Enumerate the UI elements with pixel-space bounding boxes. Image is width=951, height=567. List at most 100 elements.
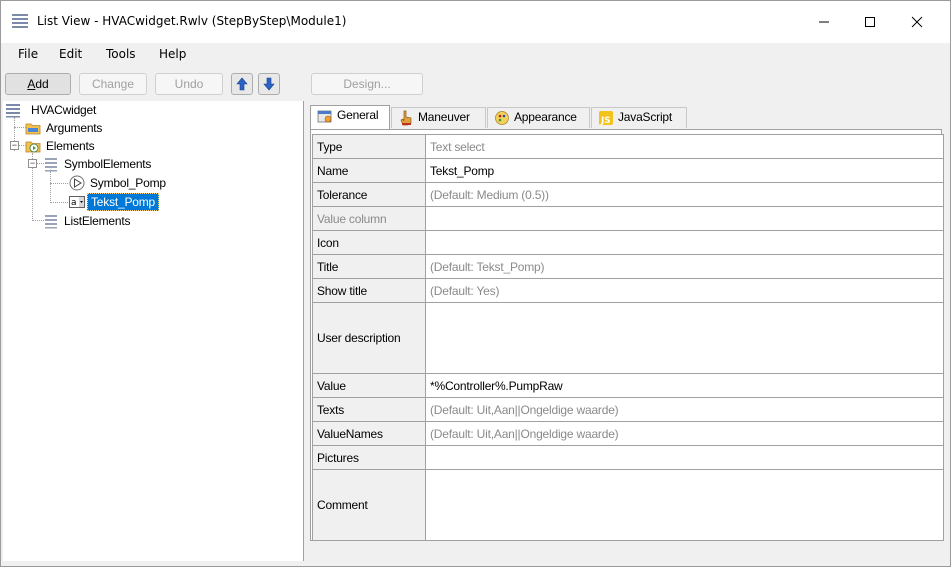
minimize-button[interactable]: [801, 1, 847, 43]
property-row-comment: Comment: [312, 469, 944, 541]
property-row-valuenames: ValueNames (Default: Uit,Aan||Ongeldige …: [312, 421, 944, 446]
property-value[interactable]: Text select: [425, 134, 944, 159]
tab-appearance[interactable]: Appearance: [487, 107, 590, 128]
property-value[interactable]: [425, 302, 944, 374]
property-key: Name: [312, 158, 426, 183]
property-key: Value column: [312, 206, 426, 231]
tab-label: General: [337, 108, 379, 122]
property-key: Value: [312, 373, 426, 398]
tree-item-symbol-pomp[interactable]: Symbol_Pomp: [69, 175, 209, 191]
menu-bar: File Edit Tools Help: [1, 43, 950, 67]
svg-text:JS: JS: [600, 116, 610, 126]
property-key: User description: [312, 302, 426, 374]
tab-label: Maneuver: [418, 110, 470, 124]
tree-item-elements[interactable]: Elements: [25, 138, 145, 154]
hand-pointer-icon: [400, 110, 412, 126]
move-down-button[interactable]: [258, 73, 280, 95]
collapse-elements-toggle[interactable]: −: [10, 141, 19, 150]
tab-maneuver[interactable]: Maneuver: [391, 107, 486, 128]
tree-label: Elements: [46, 139, 95, 153]
tree-label: Arguments: [46, 121, 103, 135]
property-row-pictures: Pictures: [312, 445, 944, 470]
tree-label: Tekst_Pomp: [87, 193, 160, 211]
maximize-button[interactable]: [847, 1, 893, 43]
property-value[interactable]: (Default: Tekst_Pomp): [425, 254, 944, 279]
property-value[interactable]: [425, 230, 944, 255]
folder-icon: [25, 123, 41, 135]
menu-edit[interactable]: Edit: [59, 47, 82, 61]
property-key: Icon: [312, 230, 426, 255]
property-row-tolerance: Tolerance (Default: Medium (0.5)): [312, 182, 944, 207]
close-button[interactable]: [894, 1, 940, 43]
list-view-window: List View - HVACwidget.Rwlv (StepByStep\…: [0, 0, 951, 567]
list-view-app-icon: [12, 14, 28, 28]
toolbar: Add Change Undo Design...: [1, 67, 950, 101]
property-row-texts: Texts (Default: Uit,Aan||Ongeldige waard…: [312, 397, 944, 422]
property-value[interactable]: (Default: Yes): [425, 278, 944, 303]
svg-text:a: a: [71, 198, 77, 208]
property-value[interactable]: (Default: Uit,Aan||Ongeldige waarde): [425, 397, 944, 422]
tab-javascript[interactable]: JS JavaScript: [591, 107, 687, 128]
property-row-title: Title (Default: Tekst_Pomp): [312, 254, 944, 279]
maximize-icon: [865, 17, 875, 27]
tree-item-hvacwidget[interactable]: HVACwidget: [5, 102, 125, 118]
palette-icon: [495, 111, 509, 125]
menu-help[interactable]: Help: [159, 47, 186, 61]
tree-label: SymbolElements: [64, 157, 152, 171]
undo-button[interactable]: Undo: [155, 73, 223, 95]
menu-file[interactable]: File: [18, 47, 38, 61]
list-icon: [45, 158, 57, 172]
property-row-show-title: Show title (Default: Yes): [312, 278, 944, 303]
tab-general[interactable]: General: [310, 105, 390, 129]
tree-item-listelements[interactable]: ListElements: [43, 213, 183, 229]
tree-label: HVACwidget: [31, 103, 97, 117]
tree-item-symbolelements[interactable]: SymbolElements: [43, 156, 183, 172]
property-value[interactable]: (Default: Uit,Aan||Ongeldige waarde): [425, 421, 944, 446]
tree-item-arguments[interactable]: Arguments: [25, 120, 145, 136]
property-key: Show title: [312, 278, 426, 303]
tree-connector: [50, 183, 68, 184]
element-tree: HVACwidget Arguments − Elements − Symbol…: [3, 101, 304, 561]
tree-connector: [50, 202, 68, 203]
text-select-icon: a: [69, 196, 85, 208]
property-value[interactable]: *%Controller%.PumpRaw: [425, 373, 944, 398]
title-bar: List View - HVACwidget.Rwlv (StepByStep\…: [1, 1, 950, 43]
property-row-type: Type Text select: [312, 134, 944, 159]
property-key: Title: [312, 254, 426, 279]
property-value[interactable]: Tekst_Pomp: [425, 158, 944, 183]
list-icon: [45, 215, 57, 229]
change-button[interactable]: Change: [79, 73, 147, 95]
property-key: Type: [312, 134, 426, 159]
collapse-symbolelements-toggle[interactable]: −: [28, 159, 37, 168]
tree-label: ListElements: [64, 214, 131, 228]
minimize-icon: [819, 21, 829, 23]
property-key: Comment: [312, 469, 426, 541]
property-key: Texts: [312, 397, 426, 422]
folder-play-icon: [25, 141, 41, 153]
property-value[interactable]: (Default: Medium (0.5)): [425, 182, 944, 207]
arrow-up-icon: [236, 77, 248, 91]
javascript-icon: JS: [599, 111, 613, 126]
properties-panel: General Maneuver Appearance JS JavaScrip…: [306, 101, 948, 561]
tree-label: Symbol_Pomp: [90, 176, 166, 190]
add-button-label: Add: [27, 77, 49, 91]
property-value[interactable]: [425, 206, 944, 231]
close-icon: [911, 16, 923, 28]
property-value[interactable]: [425, 445, 944, 470]
play-circle-icon: [69, 175, 85, 191]
property-key: ValueNames: [312, 421, 426, 446]
tree-connector: [50, 171, 51, 203]
property-row-icon: Icon: [312, 230, 944, 255]
list-icon: [6, 104, 20, 118]
add-button[interactable]: Add: [5, 73, 71, 95]
design-button[interactable]: Design...: [311, 73, 423, 95]
property-value[interactable]: [425, 469, 944, 541]
tree-item-tekst-pomp[interactable]: a Tekst_Pomp: [69, 193, 209, 211]
property-row-value-column: Value column: [312, 206, 944, 231]
window-title: List View - HVACwidget.Rwlv (StepByStep\…: [37, 14, 347, 28]
property-key: Tolerance: [312, 182, 426, 207]
tab-label: JavaScript: [618, 110, 673, 124]
general-settings-icon: [317, 110, 332, 123]
menu-tools[interactable]: Tools: [106, 47, 136, 61]
move-up-button[interactable]: [231, 73, 253, 95]
